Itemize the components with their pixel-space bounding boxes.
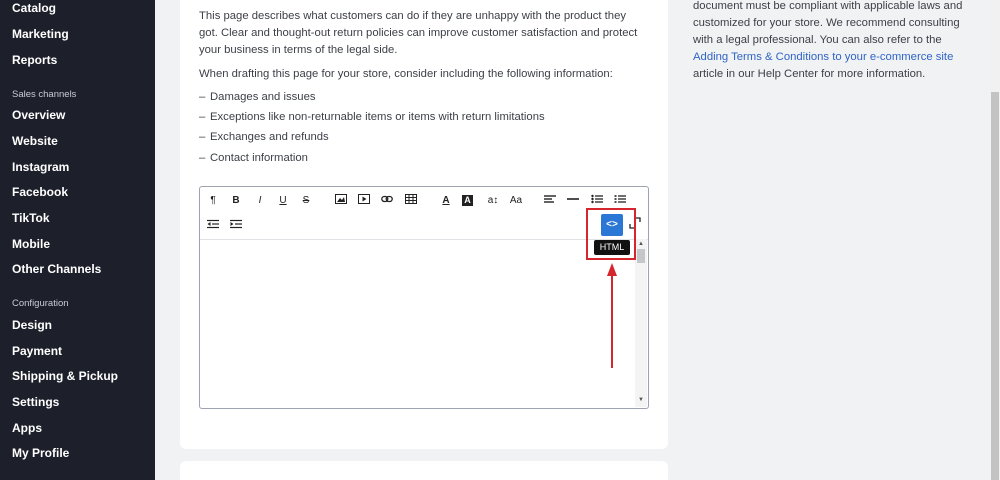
sidebar-item-shipping-pickup[interactable]: Shipping & Pickup	[12, 369, 118, 383]
font-size-button[interactable]: a↕	[485, 194, 501, 208]
outdent-button[interactable]	[206, 219, 220, 233]
drafting-paragraph: When drafting this page for your store, …	[199, 68, 613, 80]
annotation-highlight-box	[586, 208, 636, 260]
next-card	[180, 461, 668, 480]
page-scrollbar[interactable]	[990, 0, 1000, 480]
indent-icon	[230, 219, 242, 229]
insert-table-button[interactable]	[404, 194, 418, 208]
bullet-list-icon	[591, 194, 603, 204]
sidebar: Catalog Marketing Reports Sales channels…	[0, 0, 155, 480]
sidebar-item-other-channels[interactable]: Other Channels	[12, 262, 101, 276]
sidebar-item-mobile[interactable]: Mobile	[12, 237, 50, 251]
indent-button[interactable]	[229, 219, 243, 233]
annotation-arrow-icon	[607, 263, 617, 368]
help-info-text: document must be compliant with applicab…	[693, 0, 963, 80]
italic-button[interactable]: I	[253, 194, 267, 208]
sidebar-item-overview[interactable]: Overview	[12, 108, 65, 122]
editor-scrollbar[interactable]: ▲ ▼	[635, 239, 647, 407]
bulleted-list-button[interactable]	[590, 194, 604, 208]
list-item: – Exchanges and refunds	[199, 131, 329, 143]
list-item: – Contact information	[199, 152, 308, 164]
sidebar-item-apps[interactable]: Apps	[12, 421, 42, 435]
help-center-link[interactable]: Adding Terms & Conditions to your e-comm…	[693, 51, 953, 63]
insert-image-button[interactable]	[334, 194, 348, 208]
sidebar-item-marketing[interactable]: Marketing	[12, 27, 69, 41]
horizontal-rule-button[interactable]	[566, 194, 580, 208]
paragraph-format-button[interactable]: ¶	[206, 194, 220, 208]
scroll-down-arrow-icon[interactable]: ▼	[637, 396, 645, 404]
insert-link-button[interactable]	[380, 194, 394, 208]
list-item: – Damages and issues	[199, 91, 316, 103]
sidebar-item-payment[interactable]: Payment	[12, 344, 62, 358]
sidebar-item-reports[interactable]: Reports	[12, 53, 57, 67]
link-icon	[381, 195, 393, 203]
rich-text-editor[interactable]: ¶ B I U S A A a↕ Aa <> HTML ▲ ▼	[199, 186, 649, 409]
sidebar-item-tiktok[interactable]: TikTok	[12, 211, 50, 225]
font-family-button[interactable]: Aa	[508, 194, 524, 208]
underline-button[interactable]: U	[276, 194, 290, 208]
sidebar-item-design[interactable]: Design	[12, 318, 52, 332]
outdent-icon	[207, 219, 219, 229]
toolbar-divider	[200, 239, 648, 240]
page-scroll-thumb[interactable]	[991, 92, 999, 480]
horizontal-line-icon	[567, 198, 579, 200]
align-left-button[interactable]	[543, 194, 557, 208]
sidebar-item-catalog[interactable]: Catalog	[12, 1, 56, 15]
editor-scroll-thumb[interactable]	[637, 249, 645, 263]
scroll-up-arrow-icon[interactable]: ▲	[637, 240, 645, 248]
bold-button[interactable]: B	[229, 194, 243, 208]
sidebar-item-website[interactable]: Website	[12, 134, 58, 148]
sidebar-item-my-profile[interactable]: My Profile	[12, 446, 69, 460]
insert-video-button[interactable]	[357, 194, 371, 208]
align-left-icon	[544, 195, 556, 203]
image-icon	[335, 194, 347, 204]
background-color-button[interactable]: A	[462, 195, 473, 206]
numbered-list-icon	[614, 195, 626, 203]
sidebar-section-sales-channels: Sales channels	[12, 89, 77, 100]
sidebar-item-facebook[interactable]: Facebook	[12, 185, 68, 199]
sidebar-item-settings[interactable]: Settings	[12, 395, 59, 409]
sidebar-section-configuration: Configuration	[12, 298, 69, 309]
text-color-button[interactable]: A	[439, 194, 453, 208]
table-icon	[405, 194, 417, 204]
video-icon	[358, 194, 370, 204]
sidebar-item-instagram[interactable]: Instagram	[12, 160, 69, 174]
strikethrough-button[interactable]: S	[299, 194, 313, 208]
numbered-list-button[interactable]	[613, 194, 627, 208]
list-item: – Exceptions like non-returnable items or…	[199, 111, 545, 123]
intro-paragraph: This page describes what customers can d…	[199, 10, 638, 56]
